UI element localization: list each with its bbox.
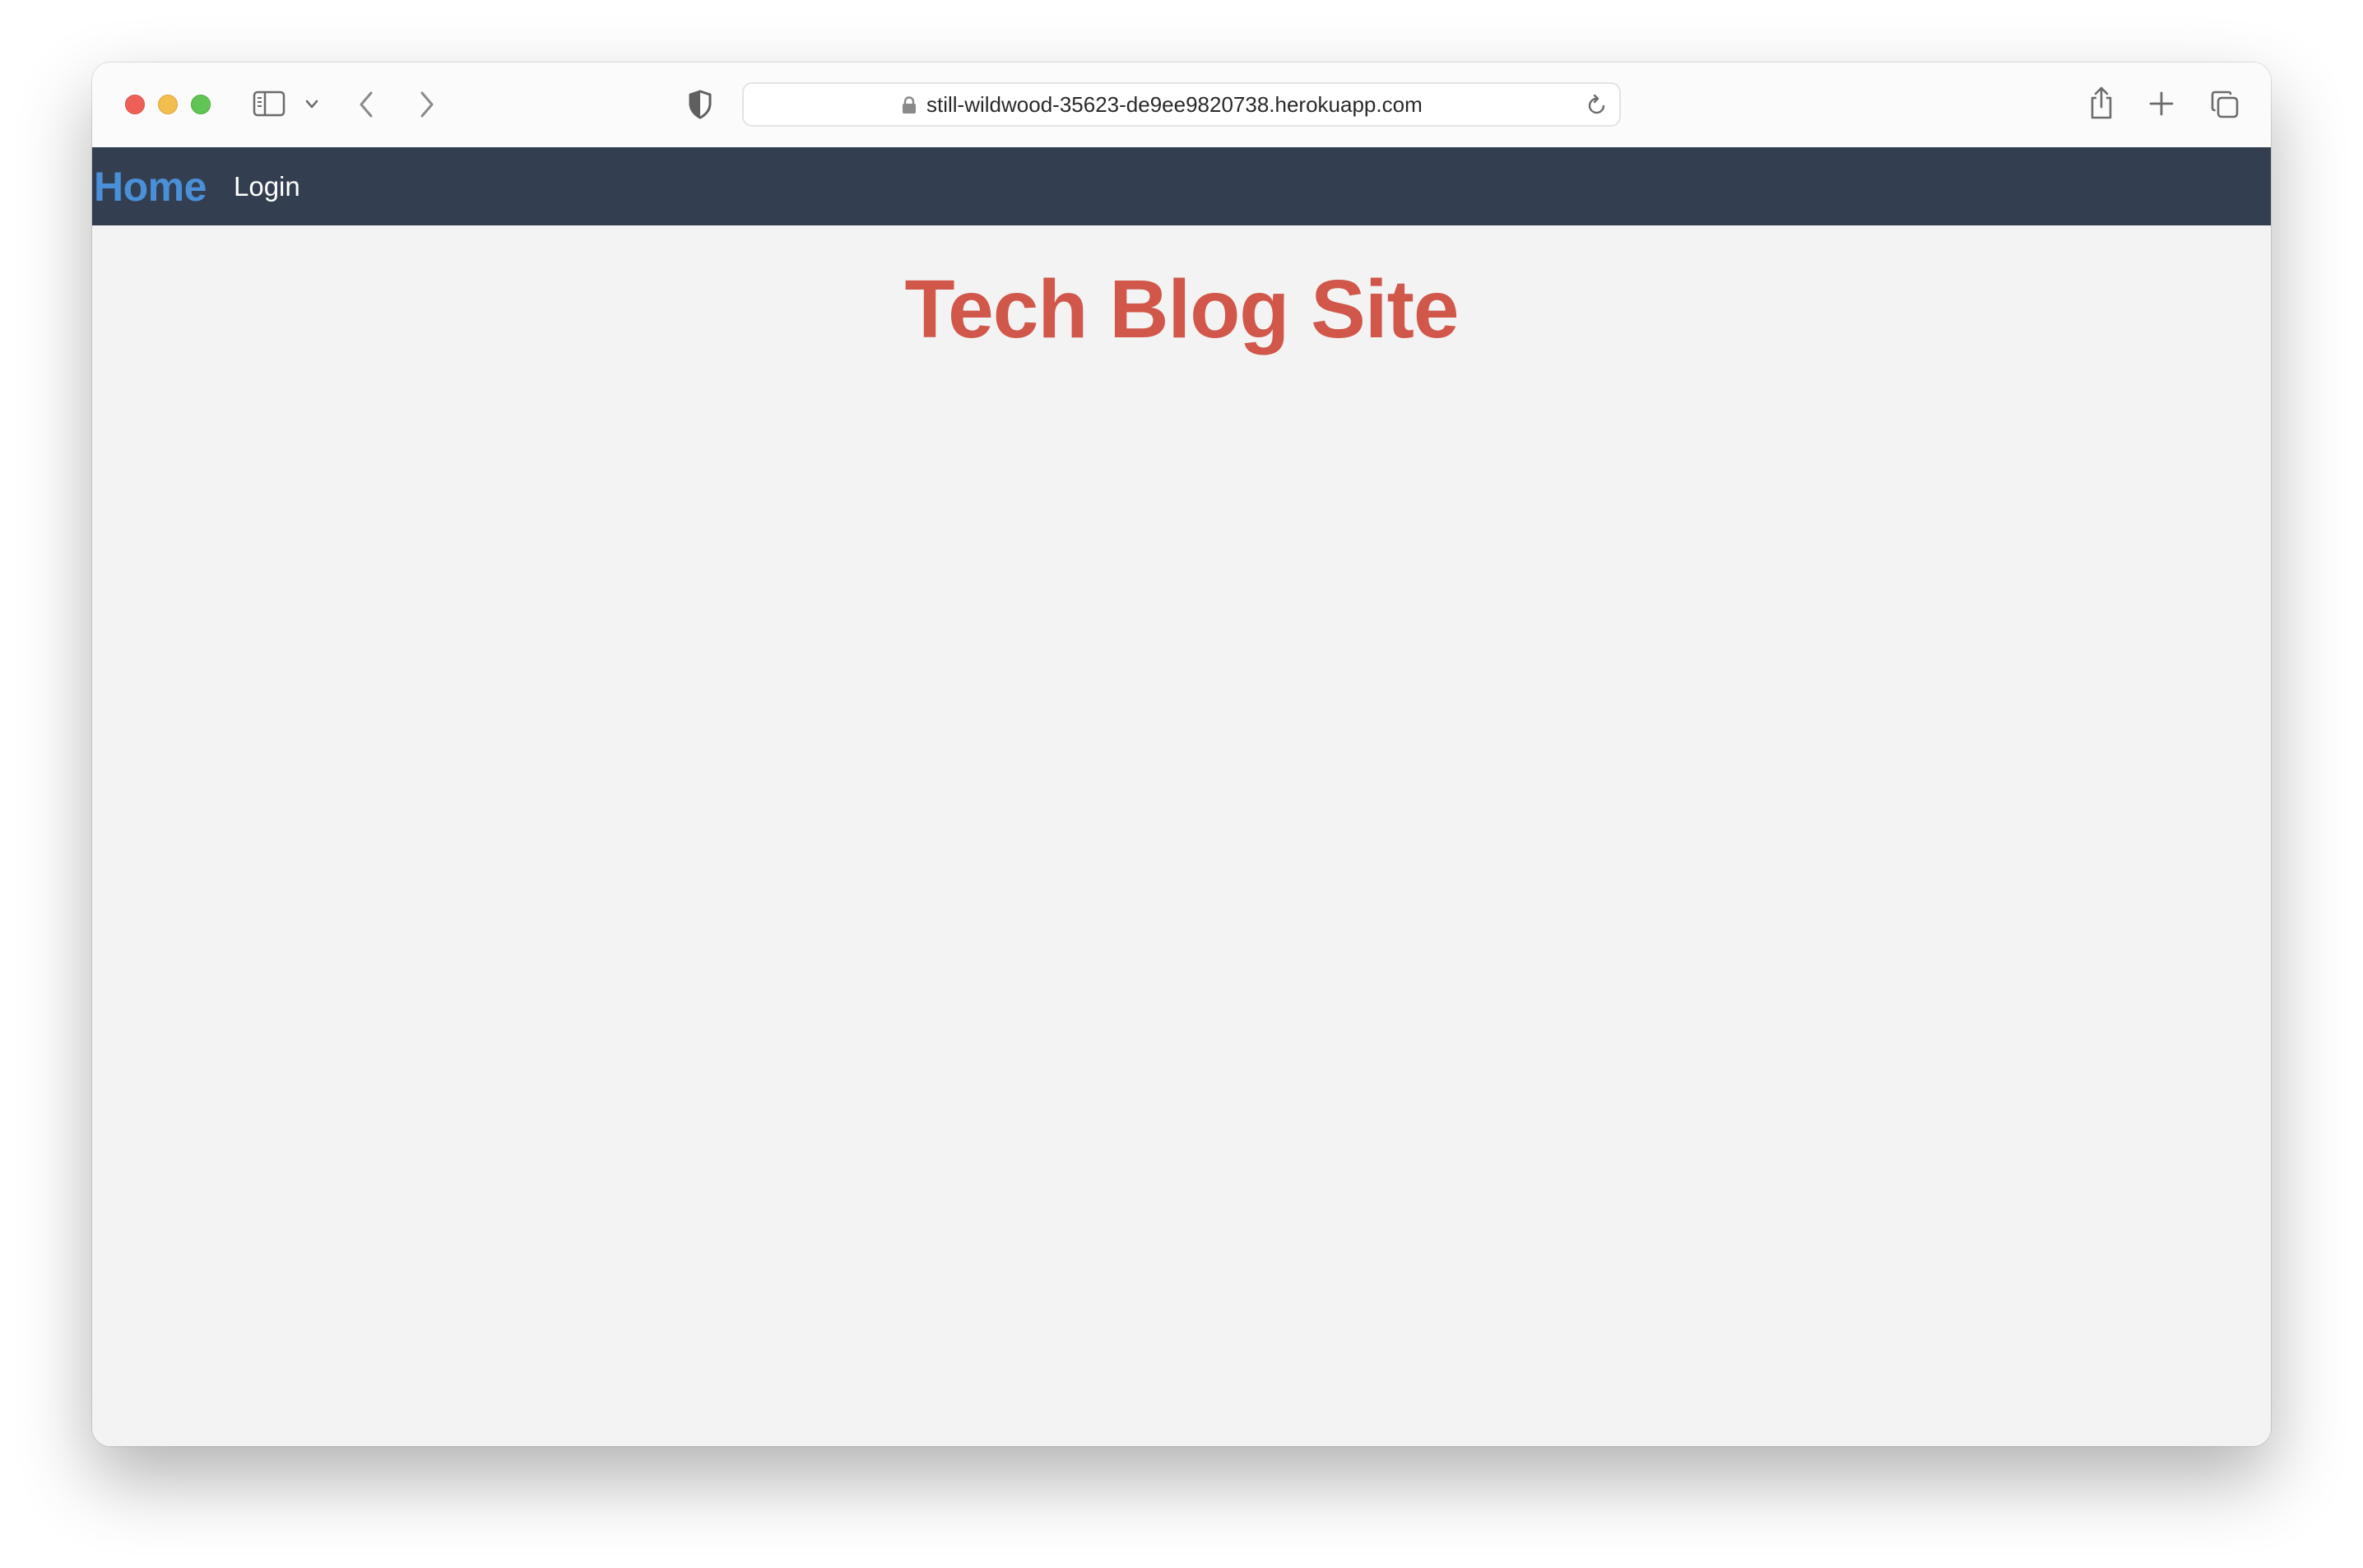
minimize-window-icon[interactable] [158,95,178,114]
sidebar-icon[interactable] [253,90,286,117]
zoom-window-icon[interactable] [191,95,211,114]
tab-overview-icon[interactable] [2210,90,2240,119]
address-bar[interactable]: still-wildwood-35623-de9ee9820738.heroku… [742,82,1621,127]
share-icon[interactable] [2088,86,2115,120]
page-title: Tech Blog Site [904,263,1459,355]
shield-icon[interactable] [688,90,713,119]
chevron-left-icon[interactable] [357,90,375,118]
chevron-right-icon[interactable] [418,90,436,118]
site-navbar: Home Login [92,147,2271,225]
page-content: Tech Blog Site [92,225,2271,1446]
lock-icon [902,96,917,118]
browser-window: still-wildwood-35623-de9ee9820738.heroku… [92,63,2271,1446]
url-text: still-wildwood-35623-de9ee9820738.heroku… [926,92,1423,117]
reload-icon[interactable] [1586,94,1608,121]
plus-icon[interactable] [2149,91,2174,116]
chevron-down-icon[interactable] [304,99,319,110]
login-link[interactable]: Login [234,170,300,203]
browser-toolbar: still-wildwood-35623-de9ee9820738.heroku… [92,63,2271,148]
home-link[interactable]: Home [94,162,207,211]
close-window-icon[interactable] [125,95,145,114]
